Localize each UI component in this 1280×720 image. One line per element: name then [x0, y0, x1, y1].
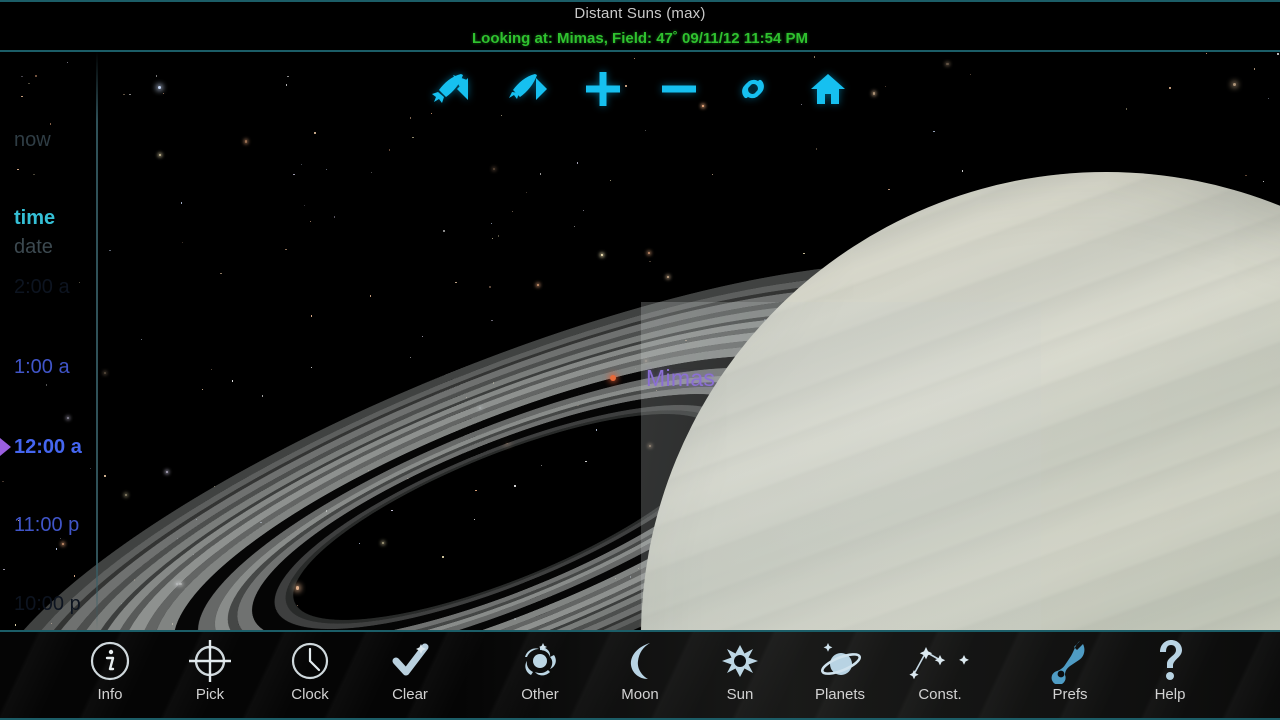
distant-suns-app: Mimas Distant Suns (max) Looking at: Mim…: [0, 0, 1280, 720]
help-question-icon: [1152, 638, 1188, 684]
status-line: Looking at: Mimas, Field: 47˚ 09/11/12 1…: [472, 30, 808, 47]
constellation-label: Const.: [918, 686, 962, 703]
clear-button[interactable]: Clear: [360, 638, 460, 712]
constellation-icon: [900, 638, 980, 684]
sidebar-divider: [96, 52, 98, 630]
prefs-label: Prefs: [1052, 686, 1088, 703]
sidebar-tick-1am[interactable]: 1:00 a: [0, 347, 97, 387]
mimas-object-label[interactable]: Mimas: [646, 365, 715, 392]
lock-link-button[interactable]: [722, 58, 784, 120]
planets-button[interactable]: Planets: [790, 638, 890, 712]
sun-label: Sun: [726, 686, 754, 703]
top-divider: [0, 0, 1280, 2]
time-sidebar[interactable]: now time date 2:00 a 1:00 a 12:00 a 11:0…: [0, 52, 97, 630]
sun-button[interactable]: Sun: [690, 638, 790, 712]
selected-time-marker: [0, 438, 11, 456]
clock-icon: [288, 638, 332, 684]
moon-button[interactable]: Moon: [590, 638, 690, 712]
bottom-toolbar: Info Pick Clock Clear Other Moon Sun Pla…: [0, 630, 1280, 720]
help-button[interactable]: Help: [1120, 638, 1220, 712]
app-title: Distant Suns (max): [574, 5, 706, 22]
other-galaxy-icon: [516, 638, 564, 684]
toolbar-top-divider: [0, 630, 1280, 632]
clear-check-icon: [388, 638, 432, 684]
moon-icon: [619, 638, 661, 684]
sun-icon: [717, 638, 763, 684]
sidebar-tick-10pm[interactable]: 10:00 p: [0, 584, 97, 624]
zoom-out-button[interactable]: [648, 58, 710, 120]
info-button[interactable]: Info: [60, 638, 160, 712]
sidebar-tick-11pm[interactable]: 11:00 p: [0, 505, 97, 545]
sidebar-tick-12am[interactable]: 12:00 a: [0, 427, 97, 467]
clock-button[interactable]: Clock: [260, 638, 360, 712]
clock-label: Clock: [291, 686, 329, 703]
mimas-marker-dot: [610, 375, 616, 381]
rocket-left-button[interactable]: [419, 58, 481, 120]
rocket-left-icon: [430, 72, 470, 106]
constellation-button[interactable]: Const.: [890, 638, 990, 712]
link-icon: [733, 69, 773, 109]
pick-button[interactable]: Pick: [160, 638, 260, 712]
rocket-right-icon: [508, 72, 548, 106]
prefs-button[interactable]: Prefs: [1020, 638, 1120, 712]
sidebar-tick-now[interactable]: now: [0, 120, 97, 160]
sky-view[interactable]: Mimas: [0, 52, 1280, 630]
top-toolbar: [0, 58, 1280, 120]
minus-icon: [659, 69, 699, 109]
rocket-right-button[interactable]: [497, 58, 559, 120]
title-bar: Distant Suns (max) Looking at: Mimas, Fi…: [0, 0, 1280, 52]
home-icon: [809, 71, 847, 107]
zoom-in-button[interactable]: [572, 58, 634, 120]
moon-label: Moon: [621, 686, 659, 703]
other-button[interactable]: Other: [490, 638, 590, 712]
sidebar-tick-2am[interactable]: 2:00 a: [0, 267, 97, 307]
title-divider: [0, 50, 1280, 52]
help-label: Help: [1154, 686, 1186, 703]
info-label: Info: [97, 686, 123, 703]
pick-label: Pick: [195, 686, 225, 703]
info-icon: [88, 638, 132, 684]
plus-icon: [583, 69, 623, 109]
other-label: Other: [521, 686, 559, 703]
planets-icon: [815, 638, 865, 684]
planets-label: Planets: [814, 686, 866, 703]
pick-crosshair-icon: [187, 638, 233, 684]
sidebar-tick-date[interactable]: date: [0, 227, 97, 267]
home-button[interactable]: [797, 58, 859, 120]
prefs-wrench-icon: [1050, 638, 1090, 684]
clear-label: Clear: [392, 686, 428, 703]
